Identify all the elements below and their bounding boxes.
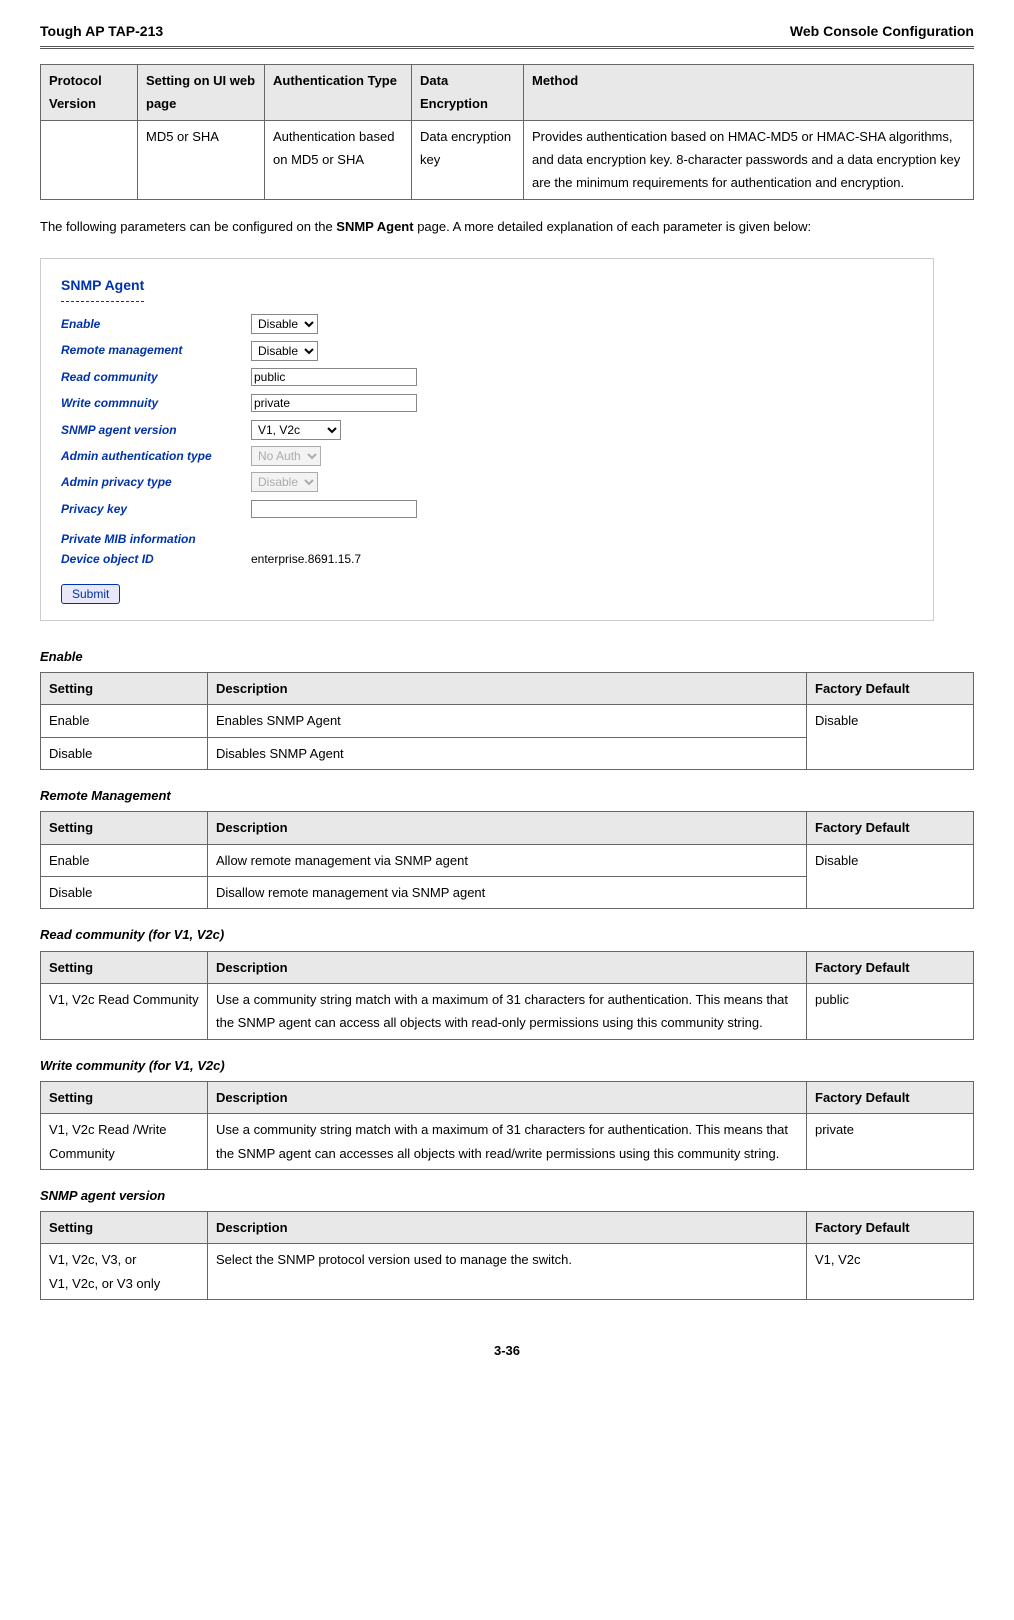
section-read-title: Read community (for V1, V2c) <box>40 924 974 946</box>
select-priv-type: Disable <box>251 472 318 492</box>
label-privkey: Privacy key <box>61 499 251 519</box>
page-number: 3-36 <box>40 1340 974 1362</box>
section-version-title: SNMP agent version <box>40 1185 974 1207</box>
select-auth-type: No Auth <box>251 446 321 466</box>
header-right: Web Console Configuration <box>790 20 974 44</box>
section-write-title: Write community (for V1, V2c) <box>40 1055 974 1077</box>
label-devid: Device object ID <box>61 549 251 569</box>
table-row: Enable Allow remote management via SNMP … <box>41 844 974 876</box>
table-row: MD5 or SHA Authentication based on MD5 o… <box>41 120 974 199</box>
col-method: Method <box>524 64 974 120</box>
label-version: SNMP agent version <box>61 420 251 440</box>
table-write: Setting Description Factory Default V1, … <box>40 1081 974 1170</box>
input-privacy-key[interactable] <box>251 500 417 518</box>
header-left: Tough AP TAP-213 <box>40 20 163 44</box>
submit-button[interactable]: Submit <box>61 584 120 604</box>
table-row: V1, V2c Read /Write Community Use a comm… <box>41 1114 974 1170</box>
select-remote[interactable]: Disable <box>251 341 318 361</box>
value-devid: enterprise.8691.15.7 <box>251 549 361 569</box>
table-row: Enable Enables SNMP Agent Disable <box>41 705 974 737</box>
label-read: Read community <box>61 367 251 387</box>
label-remote: Remote management <box>61 340 251 360</box>
input-write-community[interactable] <box>251 394 417 412</box>
col-auth-type: Authentication Type <box>265 64 412 120</box>
table-version: Setting Description Factory Default V1, … <box>40 1211 974 1300</box>
label-write: Write commnuity <box>61 393 251 413</box>
label-mib: Private MIB information <box>61 529 913 549</box>
col-setting: Setting on UI web page <box>138 64 265 120</box>
table-enable: Setting Description Factory Default Enab… <box>40 672 974 770</box>
table-remote: Setting Description Factory Default Enab… <box>40 811 974 909</box>
select-version[interactable]: V1, V2c <box>251 420 341 440</box>
section-remote-title: Remote Management <box>40 785 974 807</box>
label-priv: Admin privacy type <box>61 472 251 492</box>
panel-title: SNMP Agent <box>61 274 144 302</box>
protocol-table: Protocol Version Setting on UI web page … <box>40 64 974 200</box>
table-row: V1, V2c, V3, or V1, V2c, or V3 only Sele… <box>41 1244 974 1300</box>
section-enable-title: Enable <box>40 646 974 668</box>
table-row: V1, V2c Read Community Use a community s… <box>41 983 974 1039</box>
intro-paragraph: The following parameters can be configur… <box>40 215 974 238</box>
col-data-enc: Data Encryption <box>412 64 524 120</box>
col-protocol-version: Protocol Version <box>41 64 138 120</box>
label-auth: Admin authentication type <box>61 446 251 466</box>
snmp-agent-panel: SNMP Agent Enable Disable Remote managem… <box>40 258 934 621</box>
table-read: Setting Description Factory Default V1, … <box>40 951 974 1040</box>
label-enable: Enable <box>61 314 251 334</box>
select-enable[interactable]: Disable <box>251 314 318 334</box>
page-header: Tough AP TAP-213 Web Console Configurati… <box>40 20 974 49</box>
input-read-community[interactable] <box>251 368 417 386</box>
